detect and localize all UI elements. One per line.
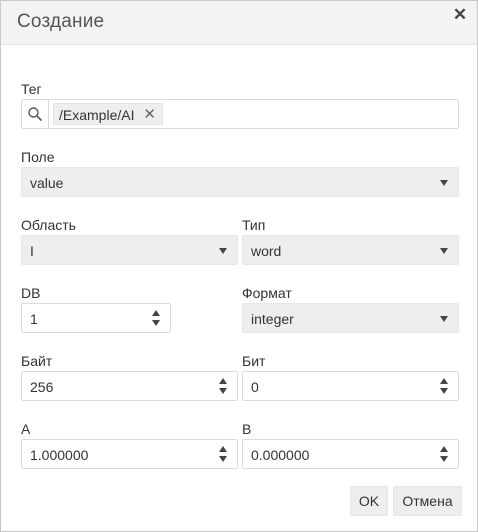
increment-icon[interactable] [219, 378, 227, 384]
a-label: A [21, 421, 31, 437]
field-select-value: value [30, 175, 64, 191]
type-select-value: word [251, 243, 282, 259]
remove-tag-icon[interactable]: ✕ [143, 105, 156, 123]
a-value: 1.000000 [30, 447, 89, 463]
a-stepper[interactable]: 1.000000 [21, 439, 238, 469]
close-icon[interactable]: ✕ [451, 5, 469, 25]
byte-value: 256 [30, 379, 54, 395]
decrement-icon[interactable] [219, 388, 227, 394]
bit-value: 0 [251, 379, 259, 395]
area-select-value: I [30, 243, 34, 259]
area-label: Область [21, 217, 76, 233]
chevron-down-icon [219, 248, 227, 254]
tag-input[interactable]: /Example/AI ✕ [21, 99, 459, 129]
tag-chip: /Example/AI ✕ [53, 103, 163, 125]
increment-icon[interactable] [152, 310, 160, 316]
byte-spin[interactable] [209, 372, 237, 400]
decrement-icon[interactable] [152, 320, 160, 326]
a-spin[interactable] [209, 440, 237, 468]
db-label: DB [21, 285, 41, 301]
db-value: 1 [30, 311, 38, 327]
decrement-icon[interactable] [440, 388, 448, 394]
chevron-down-icon [440, 248, 448, 254]
area-select[interactable]: I [21, 235, 238, 265]
type-label: Тип [242, 217, 266, 233]
b-value: 0.000000 [251, 447, 310, 463]
byte-label: Байт [21, 353, 53, 369]
bit-label: Бит [242, 353, 266, 369]
search-button[interactable] [22, 100, 49, 128]
db-spin[interactable] [142, 304, 170, 332]
b-stepper[interactable]: 0.000000 [242, 439, 459, 469]
ok-button[interactable]: OK [350, 486, 388, 516]
field-select[interactable]: value [21, 167, 459, 197]
increment-icon[interactable] [219, 446, 227, 452]
cancel-button[interactable]: Отмена [393, 486, 462, 516]
dialog-titlebar: Создание ✕ [1, 1, 477, 45]
b-label: B [242, 421, 252, 437]
increment-icon[interactable] [440, 378, 448, 384]
format-label: Формат [242, 285, 292, 301]
search-icon [28, 107, 42, 121]
byte-stepper[interactable]: 256 [21, 371, 238, 401]
field-label: Поле [21, 149, 55, 165]
increment-icon[interactable] [440, 446, 448, 452]
format-select[interactable]: integer [242, 303, 459, 333]
bit-spin[interactable] [430, 372, 458, 400]
db-stepper[interactable]: 1 [21, 303, 171, 333]
decrement-icon[interactable] [219, 456, 227, 462]
type-select[interactable]: word [242, 235, 459, 265]
chevron-down-icon [440, 316, 448, 322]
dialog-title: Создание [17, 11, 105, 32]
b-spin[interactable] [430, 440, 458, 468]
tag-label: Тег [21, 81, 42, 97]
tag-chip-label: /Example/AI [59, 107, 135, 123]
create-dialog: Создание ✕ Тег /Example/AI ✕ Поле value … [0, 0, 478, 532]
format-select-value: integer [251, 311, 294, 327]
bit-stepper[interactable]: 0 [242, 371, 459, 401]
decrement-icon[interactable] [440, 456, 448, 462]
chevron-down-icon [440, 180, 448, 186]
